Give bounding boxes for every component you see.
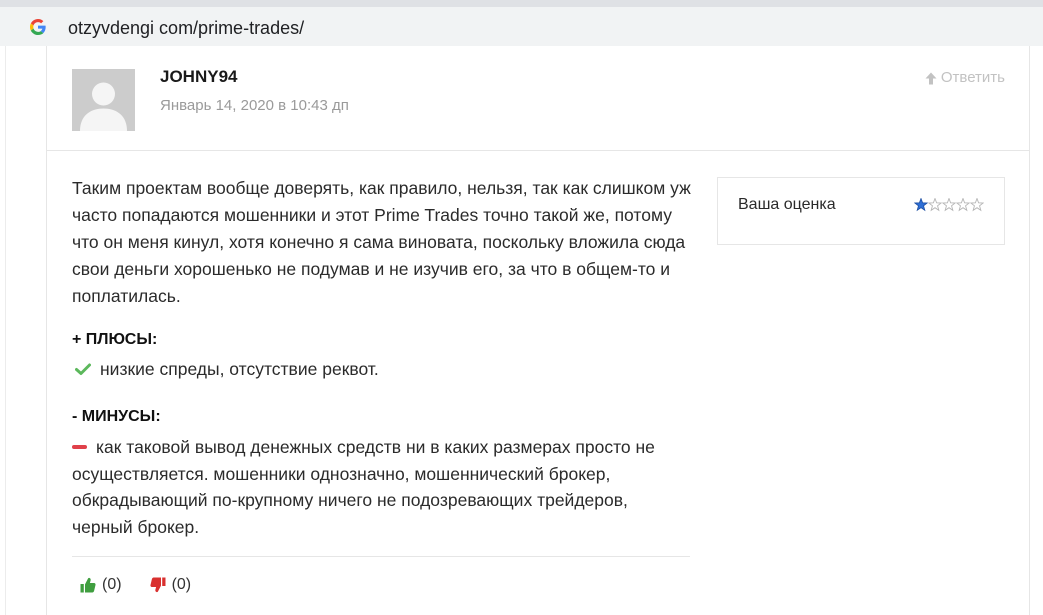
cons-text-line: как таковой вывод денежных средств ни в … — [96, 437, 655, 457]
comment-text-line: что он меня кинул, хотя конечно я сама в… — [72, 232, 686, 252]
rating-label: Ваша оценка — [738, 196, 836, 213]
page: otzyvdengi com/prime-trades/ JOHNY94 Янв… — [0, 0, 1043, 615]
thumbs-up-icon — [80, 577, 96, 593]
like-count: (0) — [102, 576, 122, 593]
rating-box: Ваша оценка — [717, 177, 1005, 245]
star-empty-icon[interactable] — [956, 198, 970, 212]
pros-text: низкие спреды, отсутствие реквот. — [100, 359, 379, 379]
star-filled-icon[interactable] — [914, 198, 928, 212]
browser-tab-strip — [0, 0, 1043, 7]
pros-heading: + ПЛЮСЫ: — [72, 331, 158, 348]
cons-text-line-first: как таковой вывод денежных средств ни в … — [72, 434, 722, 461]
check-icon — [75, 363, 91, 376]
address-bar[interactable]: otzyvdengi com/prime-trades/ — [0, 7, 1043, 46]
comment-text-line: часто попадаются мошенники и этот Prime … — [72, 205, 672, 225]
minus-icon — [72, 445, 87, 450]
arrow-up-icon — [925, 72, 937, 85]
comment-text-line: свои деньги хорошенько не подумав и не и… — [72, 259, 671, 279]
comment-date: Январь 14, 2020 в 10:43 дп — [160, 97, 349, 114]
like-button[interactable]: (0) — [80, 573, 122, 597]
cons-item: как таковой вывод денежных средств ни в … — [72, 434, 722, 541]
comment-text-line: поплатилась. — [72, 286, 181, 306]
star-empty-icon[interactable] — [942, 198, 956, 212]
star-empty-icon[interactable] — [928, 198, 942, 212]
header-divider — [47, 150, 1029, 151]
cons-text-line: обкрадывающий по-крупному ничего не подо… — [72, 490, 628, 511]
cons-heading: - МИНУСЫ: — [72, 408, 161, 425]
page-left-edge — [5, 46, 6, 615]
votes: (0) (0) — [80, 573, 191, 597]
thumbs-down-icon — [149, 577, 166, 593]
rating-stars[interactable] — [914, 198, 984, 212]
url-text[interactable]: otzyvdengi com/prime-trades/ — [68, 17, 304, 39]
google-g-icon — [30, 19, 46, 35]
default-avatar-icon — [72, 69, 135, 131]
pros-item: низкие спреды, отсутствие реквот. — [72, 357, 379, 381]
comment-card: JOHNY94 Январь 14, 2020 в 10:43 дп Ответ… — [46, 46, 1030, 615]
footer-divider — [72, 556, 690, 557]
cons-text-line: осуществляется. мошенники однозначно, мо… — [72, 463, 611, 484]
comment-text: Таким проектам вообще доверять, как прав… — [72, 175, 722, 310]
reply-label: Ответить — [940, 69, 1005, 86]
comment-text-line: Таким проектам вообще доверять, как прав… — [72, 178, 691, 198]
dislike-count: (0) — [171, 576, 192, 593]
reply-link[interactable]: Ответить — [925, 68, 1005, 88]
comment-author[interactable]: JOHNY94 — [160, 66, 237, 88]
star-empty-icon[interactable] — [970, 198, 984, 212]
dislike-button[interactable]: (0) — [149, 573, 192, 597]
cons-text-line: черный брокер. — [72, 517, 200, 538]
